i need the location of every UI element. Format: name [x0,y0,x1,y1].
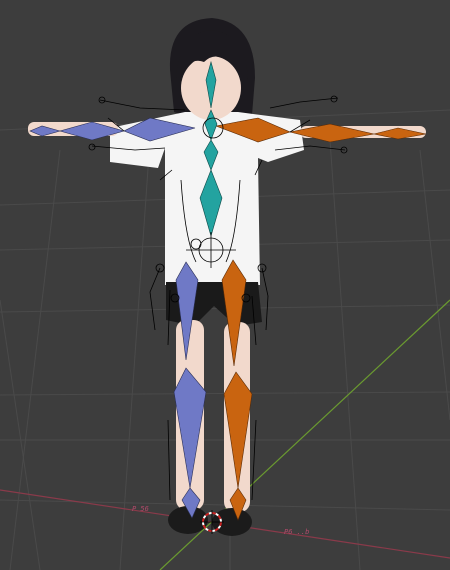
3d-viewport[interactable]: P 56 P6 ..b [0,0,450,570]
bone-label-right-foot: P6 ..b [284,528,310,536]
grid-line [329,139,361,570]
viewport-canvas[interactable] [0,0,450,570]
grid-line [0,299,41,570]
grid-line [9,149,61,570]
bone-label-left-foot: P 56 [132,505,149,513]
